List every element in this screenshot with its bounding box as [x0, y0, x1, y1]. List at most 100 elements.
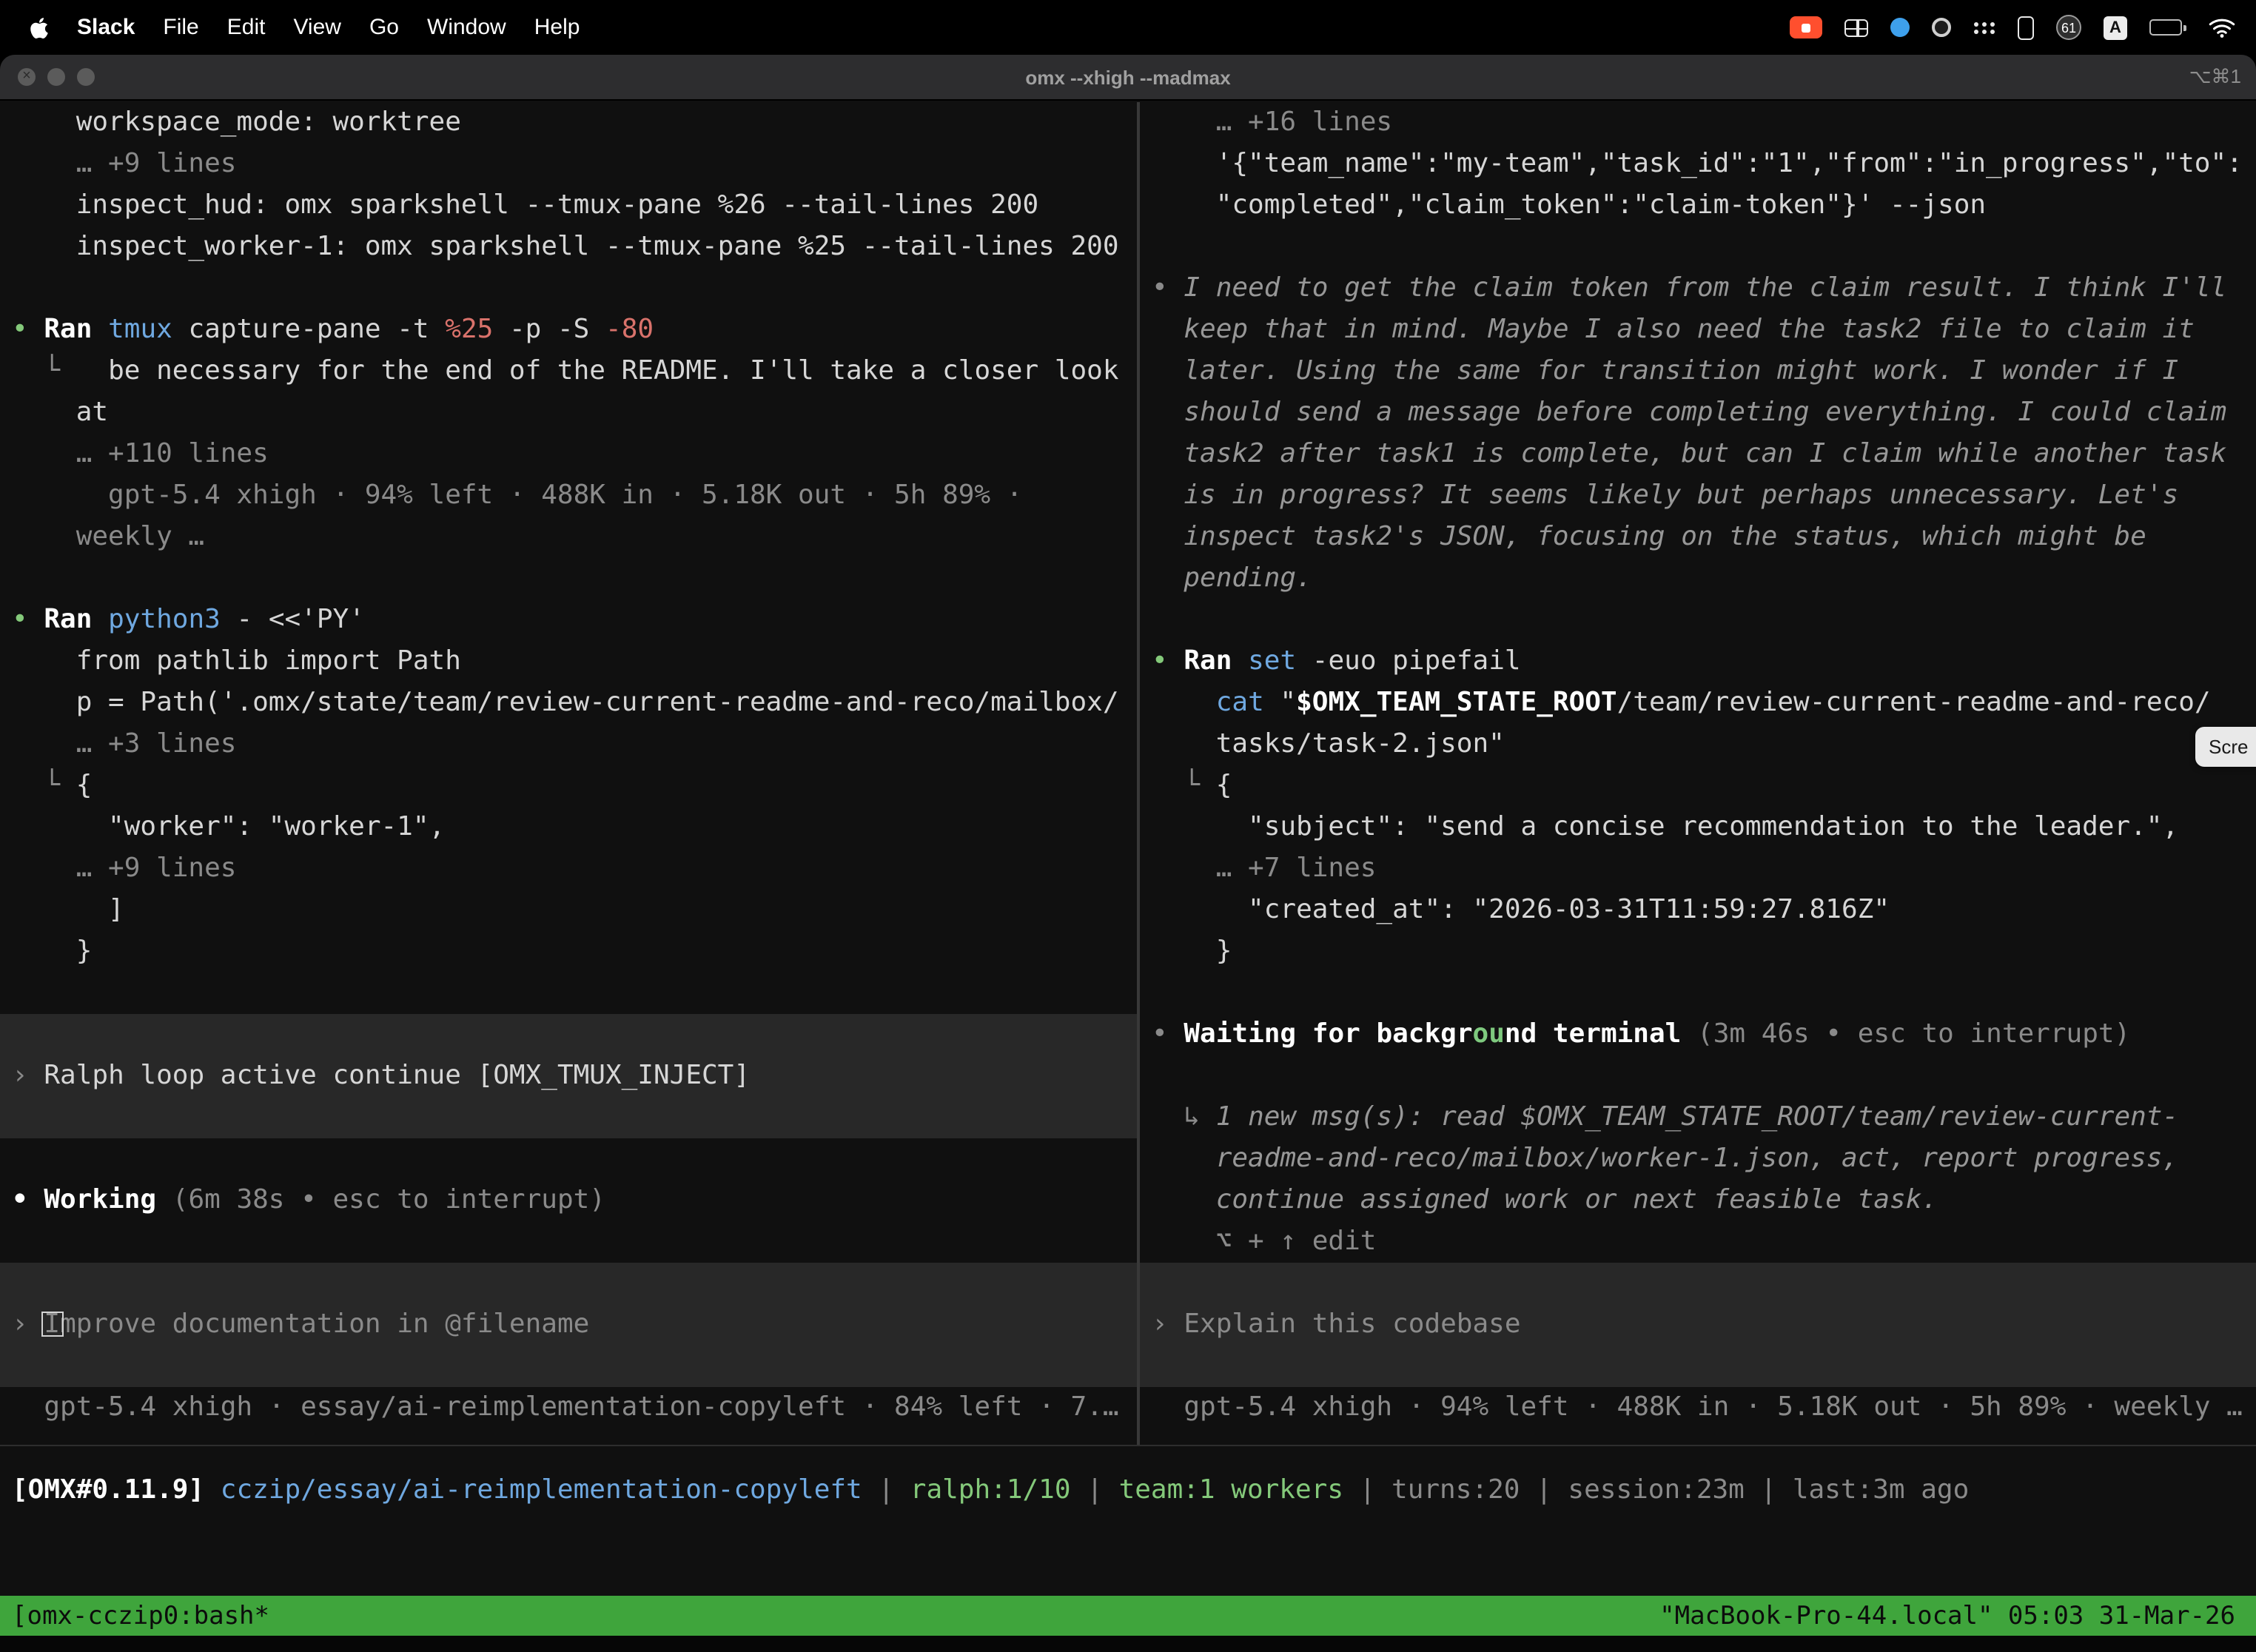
tmux-status-bar: [omx-cczip0:bash* "MacBook-Pro-44.local"…	[0, 1596, 2256, 1636]
terminal-line	[0, 1221, 1137, 1263]
menu-item-file[interactable]: File	[163, 15, 198, 40]
text-segment: inspect_hud: omx sparkshell --tmux-pane …	[12, 189, 1038, 221]
terminal-line: "worker": "worker-1",	[0, 807, 1137, 848]
terminal-line: gpt-5.4 xhigh · 94% left · 488K in · 5.1…	[1140, 1387, 2256, 1428]
text-segment: should send a message before completing …	[1152, 397, 2226, 428]
text-segment: gpt-5.4 xhigh · 94% left · 488K in · 5.1…	[12, 480, 1022, 511]
device-icon[interactable]	[2018, 16, 2034, 39]
terminal-line: • Ran tmux capture-pane -t %25 -p -S -80	[0, 309, 1137, 351]
text-segment: later. Using the same for transition mig…	[1152, 355, 2178, 386]
text-segment: set	[1248, 645, 1296, 676]
terminal-line: inspect_hud: omx sparkshell --tmux-pane …	[0, 185, 1137, 226]
text-segment: └	[12, 770, 76, 801]
left-pane[interactable]: workspace_mode: worktree … +9 lines insp…	[0, 102, 1140, 1445]
highlight-row[interactable]	[0, 1263, 1137, 1304]
terminal-line	[1140, 1055, 2256, 1097]
text-segment: Ran	[44, 604, 108, 635]
text-segment: Ralph loop active continue [OMX_TMUX_INJ…	[44, 1060, 750, 1091]
ralph-loop-prompt[interactable]: › Ralph loop active continue [OMX_TMUX_I…	[0, 1055, 1137, 1097]
text-segment: cat	[1216, 687, 1264, 718]
menu-item-help[interactable]: Help	[534, 15, 580, 40]
text-segment: '{"team_name":"my-team","task_id":"1","f…	[1152, 148, 2243, 179]
text-segment: cczip/essay/ai-reimplementation-copyleft	[204, 1474, 862, 1505]
text-segment: | turns:20 | session:23m | last:3m ago	[1343, 1474, 1969, 1505]
menu-app-name[interactable]: Slack	[77, 15, 135, 40]
menu-item-window[interactable]: Window	[427, 15, 506, 40]
terminal-line: └ {	[1140, 765, 2256, 807]
text-segment: … +9 lines	[12, 148, 236, 179]
text-segment: /team/review-current-readme-and-reco/	[1617, 687, 2211, 718]
text-segment: - <<'PY'	[221, 604, 365, 635]
text-segment: "created_at": "2026-03-31T11:59:27.816Z"	[1152, 894, 1890, 925]
terminal-line: • Waiting for background terminal (3m 46…	[1140, 1014, 2256, 1055]
text-segment: … +7 lines	[1152, 853, 1376, 884]
highlight-row[interactable]	[1140, 1346, 2256, 1387]
battery-percent-badge[interactable]: 61	[2056, 15, 2081, 40]
text-segment: "	[1264, 687, 1296, 718]
terminal-line	[0, 973, 1137, 1014]
highlight-row[interactable]	[1140, 1263, 2256, 1304]
text-segment: gpt-5.4 xhigh · essay/ai-reimplementatio…	[12, 1391, 1119, 1423]
terminal-line: keep that in mind. Maybe I also need the…	[1140, 309, 2256, 351]
text-segment: ou	[1473, 1018, 1505, 1050]
wifi-icon[interactable]	[2209, 17, 2235, 38]
terminal-empty-area	[0, 1511, 2256, 1596]
terminal-line: ⌥ + ↑ edit	[1140, 1221, 2256, 1263]
text-segment: •	[12, 604, 44, 635]
terminal-line: └ be necessary for the end of the README…	[0, 351, 1137, 392]
menu-item-view[interactable]: View	[293, 15, 341, 40]
terminal-line: … +110 lines	[0, 434, 1137, 475]
text-segment: … +9 lines	[12, 853, 236, 884]
text-segment: •	[1152, 645, 1184, 676]
right-pane[interactable]: … +16 lines '{"team_name":"my-team","tas…	[1140, 102, 2256, 1445]
terminal-line	[0, 268, 1137, 309]
text-segment: $OMX_TEAM_STATE_ROOT	[1296, 687, 1617, 718]
terminal-window: × omx --xhigh --madmax ⌥⌘1 workspace_mod…	[0, 55, 2256, 1652]
text-segment: pending.	[1152, 563, 1312, 594]
terminal-line: inspect task2's JSON, focusing on the st…	[1140, 517, 2256, 558]
text-segment: ›	[12, 1309, 44, 1340]
text-segment: inspect_worker-1: omx sparkshell --tmux-…	[12, 231, 1119, 262]
input-source-icon[interactable]: A	[2104, 16, 2127, 39]
terminal-line: • Ran python3 - <<'PY'	[0, 600, 1137, 641]
screen-recording-stop-icon[interactable]	[1790, 16, 1822, 38]
text-segment: tmux	[108, 314, 172, 345]
menu-item-go[interactable]: Go	[369, 15, 399, 40]
text-segment: |	[862, 1474, 910, 1505]
terminal-line: ]	[0, 890, 1137, 931]
text-segment: nd terminal	[1505, 1018, 1681, 1050]
menu-bar-status-icons: 61 A	[1790, 15, 2235, 40]
highlight-row[interactable]	[0, 1346, 1137, 1387]
menu-items: File Edit View Go Window Help	[163, 15, 580, 40]
window-title-bar: × omx --xhigh --madmax ⌥⌘1	[0, 55, 2256, 101]
terminal-line: … +9 lines	[0, 848, 1137, 890]
explain-prompt[interactable]: › Explain this codebase	[1140, 1304, 2256, 1346]
dots-grid-icon[interactable]	[1973, 20, 1995, 35]
text-segment: {	[76, 770, 93, 801]
apple-menu-icon[interactable]	[30, 16, 49, 39]
omx-status-line: [OMX#0.11.9] cczip/essay/ai-reimplementa…	[0, 1470, 2256, 1511]
text-segment: weekly …	[12, 521, 204, 552]
terminal-line: }	[0, 931, 1137, 973]
text-segment: … +16 lines	[1152, 107, 1392, 138]
text-segment: from pathlib import Path	[12, 645, 461, 676]
close-button[interactable]: ×	[18, 68, 36, 86]
minimize-button[interactable]	[47, 68, 65, 86]
text-segment: p = Path('.omx/state/team/review-current…	[12, 687, 1119, 718]
window-grid-icon[interactable]	[1844, 19, 1868, 36]
app-icon-blue[interactable]	[1890, 18, 1910, 37]
highlight-row[interactable]	[0, 1097, 1137, 1138]
app-icon-circle[interactable]	[1932, 18, 1951, 37]
terminal-line: tasks/task-2.json"	[1140, 724, 2256, 765]
text-segment: 1 new msg(s): read $OMX_TEAM_STATE_ROOT/…	[1216, 1101, 2178, 1132]
menu-item-edit[interactable]: Edit	[227, 15, 266, 40]
window-shortcut-hint: ⌥⌘1	[2189, 65, 2256, 89]
text-segment: ]	[12, 894, 124, 925]
zoom-button[interactable]	[77, 68, 95, 86]
text-segment: }	[1152, 936, 1232, 967]
text-segment: tasks/task-2.json"	[1152, 728, 1505, 759]
battery-icon[interactable]	[2149, 19, 2186, 36]
text-segment: •	[1152, 1018, 1184, 1050]
highlight-row[interactable]	[0, 1014, 1137, 1055]
input-prompt[interactable]: › Improve documentation in @filename	[0, 1304, 1137, 1346]
